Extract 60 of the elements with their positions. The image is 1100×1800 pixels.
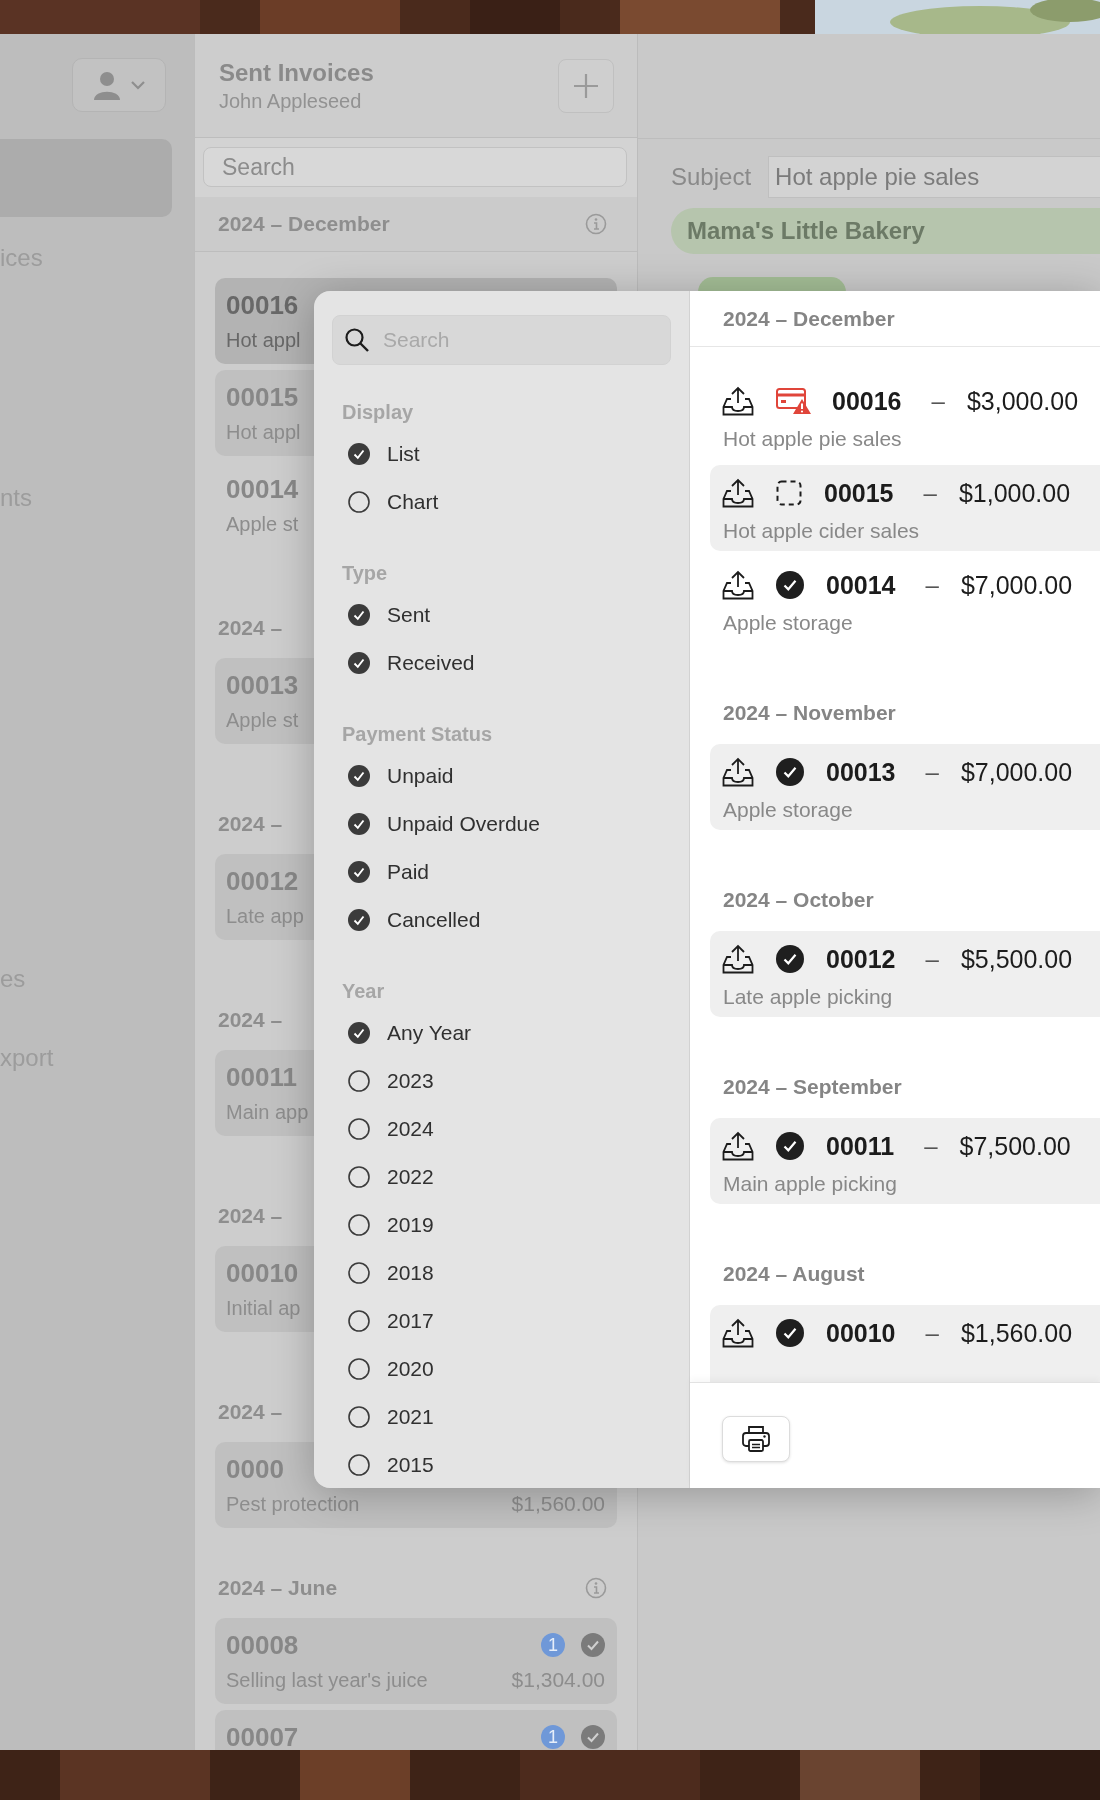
invoice-number: 00013	[226, 669, 299, 702]
account-name: John Appleseed	[219, 88, 363, 114]
invoice-subject: Apple st	[226, 512, 299, 537]
separator-dash: –	[925, 571, 939, 599]
invoice-subject: Main apple picking	[722, 1171, 898, 1197]
invoice-number: 00016	[226, 289, 299, 322]
group-header: Display	[341, 400, 415, 425]
invoice-amount: $7,500.00	[959, 1131, 1071, 1161]
separator-dash: –	[923, 479, 937, 507]
invoice-subject: Apple storage	[722, 797, 854, 823]
section-header: 2024 – December	[218, 212, 390, 236]
invoice-amount: $1,560.00	[960, 1318, 1073, 1348]
separator-dash: –	[924, 1132, 938, 1160]
separator-dash: –	[925, 945, 939, 973]
invoice-amount: $7,000.00	[960, 757, 1073, 787]
count-badge: 1	[541, 1725, 565, 1749]
list-title: Sent Invoices	[219, 57, 374, 88]
separator-dash: –	[925, 1319, 939, 1347]
count-badge: 1	[541, 1633, 565, 1657]
section-header: 2024 –	[218, 616, 283, 640]
section-header: 2024 – September	[722, 1074, 903, 1100]
section-header: 2024 – August	[722, 1261, 866, 1287]
separator-dash: –	[931, 387, 945, 415]
invoice-amount: $5,500.00	[960, 944, 1073, 974]
invoice-number: 00010	[826, 1318, 896, 1348]
section-header: 2024 – October	[722, 887, 875, 913]
invoice-amount: $3,000.00	[966, 386, 1079, 416]
invoice-amount: $7,000.00	[960, 570, 1073, 600]
invoice-number: 00016	[832, 386, 902, 416]
invoice-number: 00012	[226, 865, 299, 898]
section-header: 2024 –	[218, 812, 283, 836]
section-header: 2024 –	[218, 1204, 283, 1228]
group-header: Year	[341, 979, 386, 1004]
invoice-number: 00012	[826, 944, 896, 974]
invoice-number: 00011	[826, 1131, 895, 1161]
invoice-subject: Apple storage	[722, 610, 854, 636]
invoice-number: 0000	[226, 1453, 284, 1486]
invoice-number: 00014	[226, 473, 299, 506]
invoice-number: 00008	[226, 1629, 299, 1662]
invoice-number: 00011	[226, 1061, 297, 1094]
invoice-number: 00010	[226, 1257, 299, 1290]
invoice-subject: Hot apple pie sales	[722, 426, 903, 452]
invoice-subject: Hot apple cider sales	[722, 518, 921, 544]
section-header: 2024 – December	[690, 291, 1100, 347]
section-header: 2024 – June	[218, 1576, 338, 1600]
section-header: 2024 – November	[722, 700, 897, 726]
invoice-number: 00015	[824, 478, 894, 508]
section-header: 2024 –	[218, 1400, 283, 1424]
separator-dash: –	[925, 758, 939, 786]
group-header: Type	[341, 561, 389, 586]
section-header: 2024 –	[218, 1008, 283, 1032]
invoice-subject: Hot appl	[226, 328, 301, 353]
group-header: Payment Status	[341, 722, 494, 747]
invoice-amount: $1,000.00	[958, 478, 1071, 508]
invoice-subject: Late apple picking	[722, 984, 894, 1010]
invoice-number: 00007	[226, 1721, 299, 1750]
invoice-number: 00015	[226, 381, 299, 414]
invoice-number: 00013	[826, 757, 896, 787]
subject-label: Subject	[671, 163, 752, 191]
invoice-number: 00014	[826, 570, 896, 600]
